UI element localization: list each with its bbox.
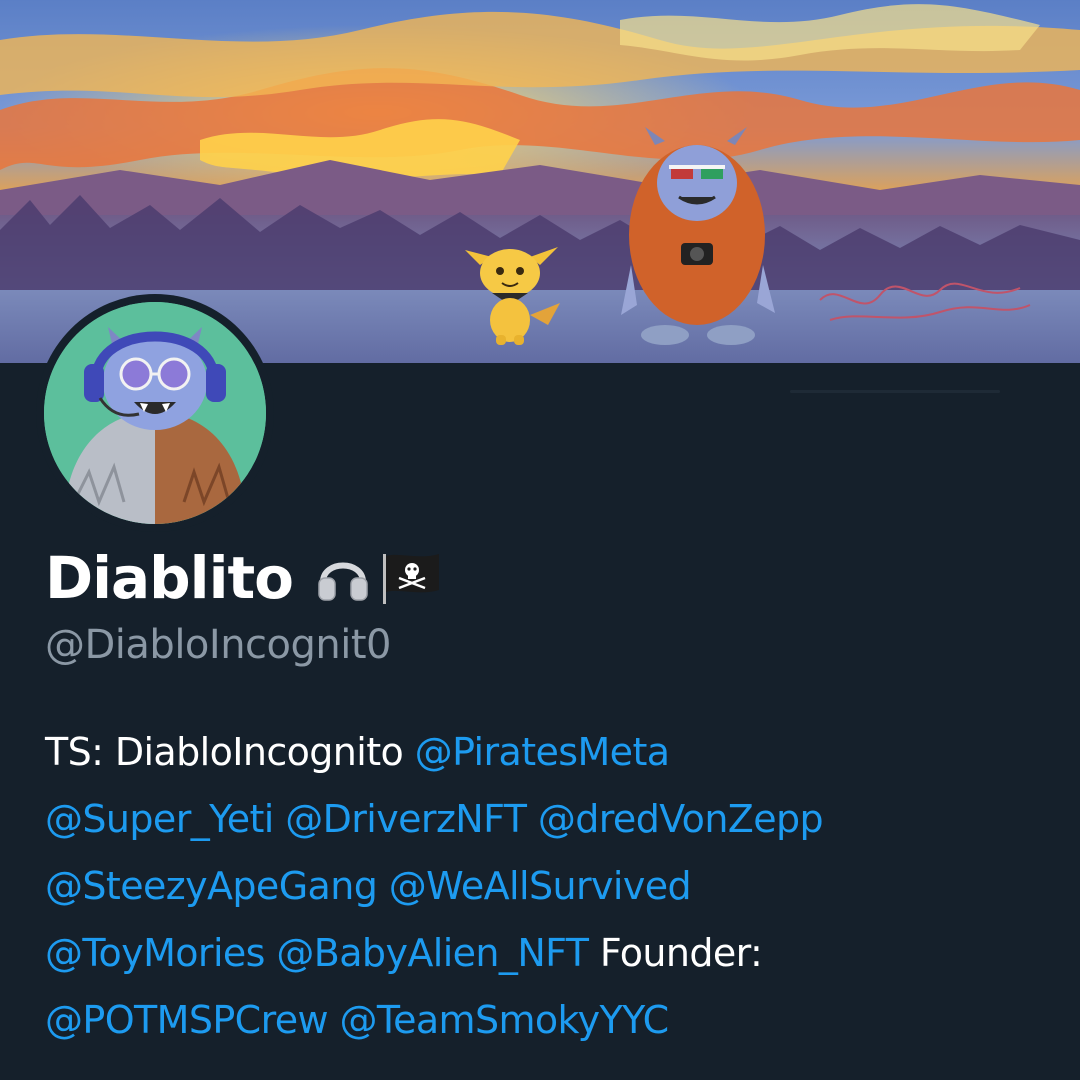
bio-line: @SteezyApeGang @WeAllSurvived xyxy=(45,856,1045,923)
display-name-row: Diablito xyxy=(45,538,443,618)
bio-line: @Super_Yeti @DriverzNFT @dredVonZepp xyxy=(45,789,1045,856)
avatar-frame[interactable] xyxy=(36,294,274,532)
profile-bio: TS: DiabloIncognito @PiratesMeta @Super_Y… xyxy=(45,722,1045,1057)
display-name: Diablito xyxy=(45,544,294,612)
user-handle: @DiabloIncognit0 xyxy=(45,622,392,668)
mention-link[interactable]: @DriverzNFT xyxy=(285,797,527,841)
header-divider xyxy=(790,390,1000,393)
bio-text xyxy=(328,998,339,1042)
mention-link[interactable]: @PiratesMeta xyxy=(415,730,670,774)
bio-text xyxy=(526,797,537,841)
bio-text xyxy=(377,864,388,908)
bio-line: @POTMSPCrew @TeamSmokyYYC xyxy=(45,990,1045,1057)
headphones-icon xyxy=(315,550,371,606)
mention-link[interactable]: @ToyMories xyxy=(45,931,265,975)
mention-link[interactable]: @Super_Yeti xyxy=(45,797,274,841)
bio-line: TS: DiabloIncognito @PiratesMeta xyxy=(45,722,1045,789)
bio-line: @ToyMories @BabyAlien_NFT Founder: xyxy=(45,923,1045,990)
pirate-flag-icon xyxy=(379,550,443,606)
mention-link[interactable]: @dredVonZepp xyxy=(538,797,824,841)
bio-text: Founder: xyxy=(588,931,763,975)
mention-link[interactable]: @SteezyApeGang xyxy=(45,864,378,908)
mention-link[interactable]: @WeAllSurvived xyxy=(389,864,692,908)
mention-link[interactable]: @TeamSmokyYYC xyxy=(340,998,670,1042)
mention-link[interactable]: @BabyAlien_NFT xyxy=(276,931,589,975)
bio-text: TS: DiabloIncognito xyxy=(45,730,415,774)
mention-link[interactable]: @POTMSPCrew xyxy=(45,998,329,1042)
avatar[interactable] xyxy=(44,302,266,524)
profile-page: Diablito @DiabloIncognit0 TS: DiabloInco… xyxy=(0,0,1080,1080)
bio-text xyxy=(265,931,276,975)
bio-text xyxy=(274,797,285,841)
